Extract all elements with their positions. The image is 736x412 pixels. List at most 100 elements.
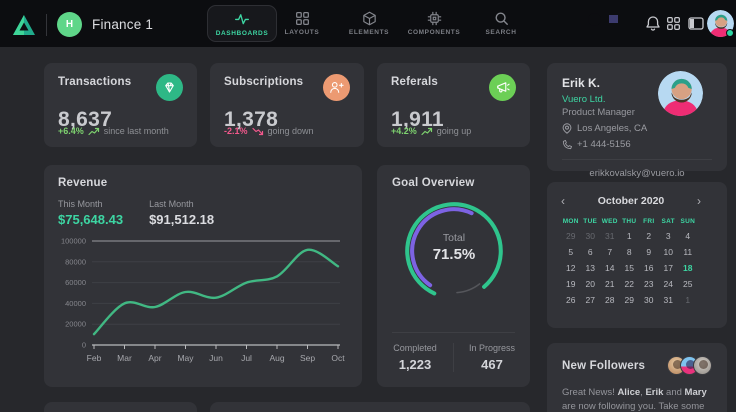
panel-icon[interactable]	[688, 17, 704, 30]
revenue-line-chart[interactable]: 020000400006000080000100000FebMarAprMayJ…	[56, 233, 350, 375]
message-text: are now following you. Take some time to…	[562, 401, 704, 412]
calendar-next-button[interactable]: ›	[687, 194, 701, 208]
calendar-day[interactable]: 25	[678, 279, 698, 289]
calendar-day[interactable]: 21	[600, 279, 620, 289]
svg-text:Aug: Aug	[269, 353, 284, 363]
calendar-day[interactable]: 7	[600, 247, 620, 257]
layout-grid-icon	[295, 11, 310, 26]
calendar-prev-button[interactable]: ‹	[561, 194, 575, 208]
card-profile: Erik K. Vuero Ltd. Product Manager Los A…	[547, 63, 727, 171]
calendar-day[interactable]: 17	[659, 263, 679, 273]
revenue-last-month-value: $91,512.18	[149, 212, 214, 227]
svg-text:May: May	[177, 353, 194, 363]
stat-title: Transactions	[58, 76, 131, 88]
calendar-day[interactable]: 31	[659, 295, 679, 305]
profile-email-link[interactable]: erikkovalsky@vuero.io	[562, 168, 712, 179]
goal-completed-value: 1,223	[377, 357, 453, 372]
revenue-last-month: Last Month $91,512.18	[149, 199, 214, 227]
calendar-day-name: SAT	[659, 218, 679, 225]
follower-name: Mary	[685, 387, 707, 398]
svg-text:60000: 60000	[65, 278, 86, 287]
card-referals: Referals 1,911 +4.2% going up	[377, 63, 530, 147]
goal-gauge-chart: Total 71.5%	[394, 191, 514, 311]
revenue-this-month-value: $75,648.43	[58, 212, 123, 227]
profile-location: Los Angeles, CA	[577, 123, 647, 134]
calendar-day[interactable]: 16	[639, 263, 659, 273]
calendar-day[interactable]: 6	[581, 247, 601, 257]
bell-icon[interactable]	[645, 15, 661, 32]
calendar-day[interactable]: 8	[620, 247, 640, 257]
tab-elements[interactable]: ELEMENTS	[341, 0, 397, 47]
stat-title: Subscriptions	[224, 76, 303, 88]
calendar-day[interactable]: 22	[620, 279, 640, 289]
divider	[562, 159, 712, 160]
message-text: and	[663, 387, 684, 398]
svg-text:Sep: Sep	[300, 353, 315, 363]
calendar-day[interactable]: 30	[581, 231, 601, 241]
cube-icon	[362, 11, 377, 26]
tab-layouts[interactable]: LAYOUTS	[275, 0, 329, 47]
calendar-day[interactable]: 27	[581, 295, 601, 305]
calendar-day[interactable]: 19	[561, 279, 581, 289]
follower-name: Alice	[617, 387, 640, 398]
calendar-day[interactable]: 26	[561, 295, 581, 305]
calendar-day[interactable]: 12	[561, 263, 581, 273]
tab-dashboards[interactable]: DASHBOARDS	[207, 5, 277, 42]
calendar-day-name: SUN	[678, 218, 698, 225]
trend-up-icon	[88, 127, 100, 136]
gauge-value: 71.5%	[394, 246, 514, 263]
calendar-day[interactable]: 1	[620, 231, 640, 241]
divider	[46, 14, 47, 36]
calendar-day[interactable]: 5	[561, 247, 581, 257]
gem-icon	[156, 74, 183, 101]
divider	[392, 332, 515, 333]
calendar-day-name: THU	[620, 218, 640, 225]
profile-phone: +1 444-5156	[577, 139, 631, 150]
megaphone-icon	[489, 74, 516, 101]
svg-text:100000: 100000	[61, 237, 86, 246]
tab-search[interactable]: SEARCH	[477, 0, 525, 47]
map-pin-icon	[562, 123, 572, 134]
calendar-day[interactable]: 9	[639, 247, 659, 257]
svg-text:Feb: Feb	[87, 353, 102, 363]
trend-up-icon	[421, 127, 433, 136]
calendar-day[interactable]: 13	[581, 263, 601, 273]
svg-text:80000: 80000	[65, 257, 86, 266]
vuero-logo-icon[interactable]	[12, 14, 36, 36]
calendar-day[interactable]: 18	[678, 263, 698, 273]
goal-title: Goal Overview	[392, 177, 515, 189]
followers-message: Great News! Alice, Erik and Mary are now…	[562, 386, 712, 412]
stat-title: Referals	[391, 76, 438, 88]
calendar-day-name: MON	[561, 218, 581, 225]
calendar-day[interactable]: 11	[678, 247, 698, 257]
goal-in-progress: In Progress 467	[453, 343, 530, 372]
calendar-day[interactable]: 14	[600, 263, 620, 273]
calendar-day[interactable]: 2	[639, 231, 659, 241]
goal-in-progress-value: 467	[454, 357, 530, 372]
follower-avatar[interactable]	[693, 356, 712, 375]
apps-icon[interactable]	[666, 16, 681, 31]
calendar-day[interactable]: 4	[678, 231, 698, 241]
project-badge[interactable]: H	[57, 12, 82, 37]
svg-text:20000: 20000	[65, 320, 86, 329]
calendar-day[interactable]: 24	[659, 279, 679, 289]
calendar-day[interactable]: 28	[600, 295, 620, 305]
follower-name: Erik	[645, 387, 663, 398]
calendar-day[interactable]: 15	[620, 263, 640, 273]
stat-note: since last month	[104, 126, 169, 136]
calendar-day[interactable]: 30	[639, 295, 659, 305]
tab-components[interactable]: COMPONENTS	[404, 0, 464, 47]
calendar-day[interactable]: 1	[678, 295, 698, 305]
card-partial-right	[210, 402, 530, 412]
page-title: Finance 1	[92, 17, 153, 32]
calendar-day[interactable]: 31	[600, 231, 620, 241]
calendar-day[interactable]: 10	[659, 247, 679, 257]
calendar-day[interactable]: 3	[659, 231, 679, 241]
stat-delta: +6.4%	[58, 126, 84, 136]
calendar-day[interactable]: 20	[581, 279, 601, 289]
followers-title: New Followers	[562, 360, 645, 372]
calendar-day[interactable]: 29	[561, 231, 581, 241]
calendar-day[interactable]: 29	[620, 295, 640, 305]
calendar-day[interactable]: 23	[639, 279, 659, 289]
svg-text:Apr: Apr	[148, 353, 161, 363]
